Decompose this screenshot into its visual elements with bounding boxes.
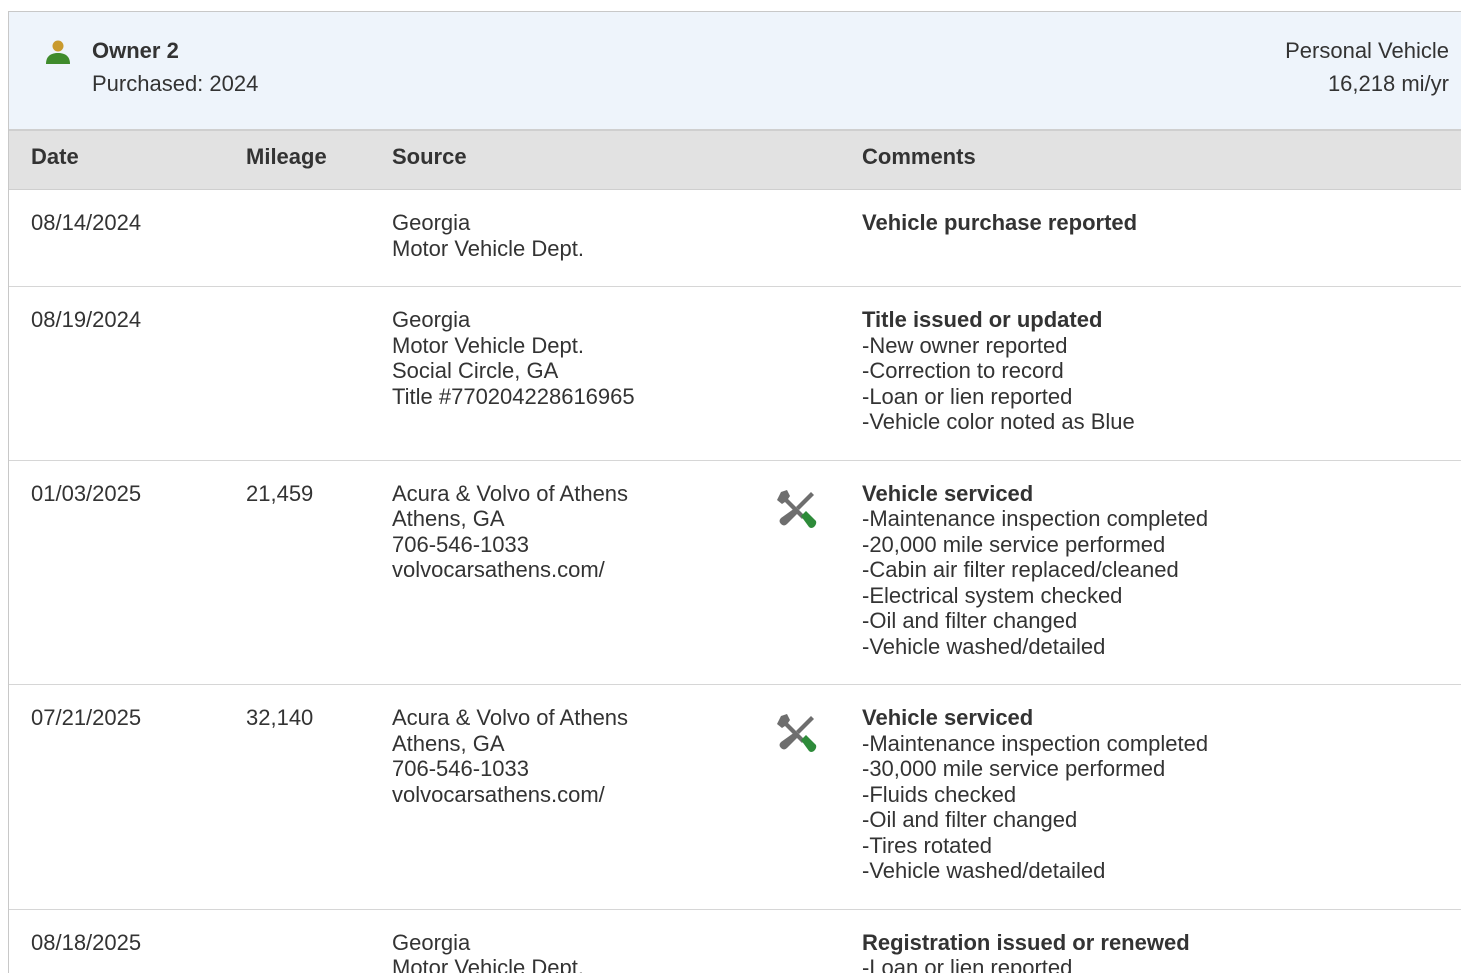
source-line: Acura & Volvo of Athens xyxy=(392,480,629,506)
comment-item: -Loan or lien reported xyxy=(862,383,1073,409)
service-tools-icon xyxy=(775,712,817,754)
comment-item: -Electrical system checked xyxy=(862,582,1123,608)
row-source: Acura & Volvo of Athens Athens, GA 706-546… xyxy=(392,481,628,583)
owner-miles-per-year: 16,218 mi/yr xyxy=(1327,71,1449,96)
history-table-header: Date Mileage Source Comments xyxy=(9,131,1461,190)
source-line: Georgia xyxy=(392,307,471,332)
source-line: Title #770204228616965 xyxy=(392,383,635,409)
row-date: 08/14/2024 xyxy=(31,210,142,235)
row-source: Georgia Motor Vehicle Dept. xyxy=(392,930,584,973)
comment-item: -New owner reported xyxy=(862,332,1068,358)
source-line: Motor Vehicle Dept. xyxy=(392,955,584,973)
source-line: Georgia xyxy=(392,210,471,235)
comment-item: -Oil and filter changed xyxy=(862,608,1078,633)
row-mileage: 21,459 xyxy=(246,480,314,506)
column-header-mileage: Mileage xyxy=(246,144,327,169)
source-line: 706-546-1033 xyxy=(392,756,530,781)
row-comments: Vehicle serviced -Maintenance inspection … xyxy=(862,705,1208,884)
comment-title: Title issued or updated xyxy=(862,307,1103,332)
comment-item: -Vehicle washed/detailed xyxy=(862,858,1106,883)
comment-item: -Oil and filter changed xyxy=(862,807,1078,832)
row-comments: Vehicle purchase reported xyxy=(862,210,1137,236)
comment-title: Vehicle serviced xyxy=(862,705,1034,730)
column-header-date: Date xyxy=(31,144,79,169)
comment-item: -Tires rotated xyxy=(862,832,993,858)
table-row: 08/14/2024 Georgia Motor Vehicle Dept. Vehi… xyxy=(9,190,1461,287)
row-comments: Title issued or updated -New owner report… xyxy=(862,307,1135,435)
comment-title: Vehicle purchase reported xyxy=(862,210,1138,235)
comment-item: -Maintenance inspection completed xyxy=(862,730,1209,756)
comment-item: -20,000 mile service performed xyxy=(862,531,1166,557)
column-header-source: Source xyxy=(392,144,467,169)
comment-item: -30,000 mile service performed xyxy=(862,756,1166,781)
comment-title: Vehicle serviced xyxy=(862,480,1034,506)
row-source: Georgia Motor Vehicle Dept. Social Circle,… xyxy=(392,307,635,409)
source-line: Motor Vehicle Dept. xyxy=(392,235,584,261)
comment-item: -Vehicle washed/detailed xyxy=(862,633,1106,659)
source-line: Athens, GA xyxy=(392,730,505,756)
person-icon xyxy=(46,40,70,64)
comment-item: -Loan or lien reported xyxy=(862,955,1073,973)
row-comments: Vehicle serviced -Maintenance inspection … xyxy=(862,481,1208,660)
row-comments: Registration issued or renewed -Loan or l… xyxy=(862,930,1190,973)
comment-item: -Fluids checked xyxy=(862,781,1017,807)
source-line: Georgia xyxy=(392,929,471,955)
owner-history-panel: Owner 2 Purchased: 2024 Personal Vehicle… xyxy=(8,11,1461,973)
source-line: volvocarsathens.com/ xyxy=(392,781,605,807)
table-row: 01/03/2025 21,459 Acura & Volvo of Athens A… xyxy=(9,461,1461,685)
source-line: Acura & Volvo of Athens xyxy=(392,705,629,730)
table-row: 08/18/2025 Georgia Motor Vehicle Dept. Regi… xyxy=(9,910,1461,973)
comment-item: -Correction to record xyxy=(862,358,1064,383)
owner-purchased: Purchased: 2024 xyxy=(92,71,259,96)
table-row: 07/21/2025 32,140 Acura & Volvo of Athens A… xyxy=(9,685,1461,910)
source-line: 706-546-1033 xyxy=(392,531,530,557)
comment-title: Registration issued or renewed xyxy=(862,929,1190,955)
source-line: Motor Vehicle Dept. xyxy=(392,332,584,358)
table-row: 08/19/2024 Georgia Motor Vehicle Dept. Soci… xyxy=(9,287,1461,461)
comment-item: -Vehicle color noted as Blue xyxy=(862,409,1135,434)
row-date: 01/03/2025 xyxy=(31,480,142,506)
row-source: Georgia Motor Vehicle Dept. xyxy=(392,210,584,261)
row-source: Acura & Volvo of Athens Athens, GA 706-546… xyxy=(392,705,628,807)
owner-usage-type: Personal Vehicle xyxy=(1285,38,1449,63)
source-line: volvocarsathens.com/ xyxy=(392,557,605,582)
column-header-comments: Comments xyxy=(862,144,976,169)
history-table-body: 08/14/2024 Georgia Motor Vehicle Dept. Vehi… xyxy=(9,190,1461,973)
source-line: Athens, GA xyxy=(392,506,505,531)
row-date: 08/18/2025 xyxy=(31,929,142,955)
row-mileage: 32,140 xyxy=(246,705,314,730)
row-date: 08/19/2024 xyxy=(31,307,142,332)
owner-name: Owner 2 xyxy=(92,38,179,63)
comment-item: -Cabin air filter replaced/cleaned xyxy=(862,557,1179,582)
source-line: Social Circle, GA xyxy=(392,358,559,383)
owner-header: Owner 2 Purchased: 2024 Personal Vehicle… xyxy=(9,12,1461,131)
service-tools-icon xyxy=(775,488,817,530)
comment-item: -Maintenance inspection completed xyxy=(862,506,1209,531)
row-date: 07/21/2025 xyxy=(31,705,142,730)
